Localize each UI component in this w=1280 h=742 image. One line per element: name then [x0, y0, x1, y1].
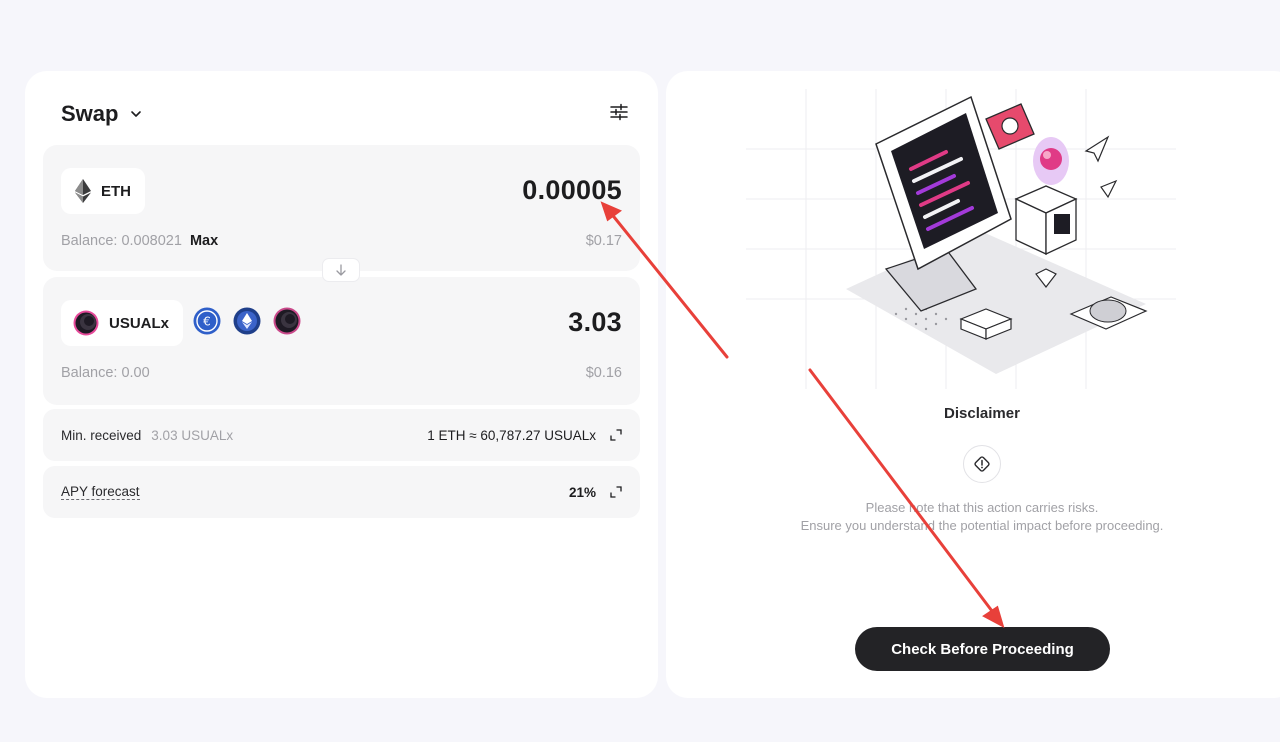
- from-token-symbol: ETH: [101, 182, 131, 200]
- to-balance-label: Balance: 0.00: [61, 365, 150, 381]
- from-amount-input[interactable]: 0.00005: [522, 175, 622, 206]
- eth-icon: [75, 179, 91, 203]
- to-token-selector[interactable]: USUALx: [61, 300, 184, 346]
- max-button[interactable]: Max: [190, 233, 218, 249]
- chevron-down-icon: [131, 111, 142, 117]
- warning-diamond-icon: [974, 456, 990, 472]
- from-token-panel: ETH 0.00005 Balance: 0.008021 Max $0.17: [43, 145, 640, 271]
- disclaimer-card: Disclaimer Please note that this action …: [666, 71, 1280, 698]
- usualx-icon: [73, 310, 99, 336]
- to-token-symbol: USUALx: [109, 314, 170, 332]
- warning-badge: [963, 445, 1001, 483]
- eth-token-icon[interactable]: [233, 307, 261, 335]
- settings-sliders-icon[interactable]: [608, 101, 630, 123]
- min-received-label: Min. received: [61, 427, 142, 443]
- to-amount: 3.03: [568, 307, 622, 337]
- swap-mode-selector[interactable]: Swap: [61, 101, 144, 127]
- min-received-value: 3.03 USUALx: [151, 427, 234, 443]
- disclaimer-text: Please note that this action carries ris…: [666, 499, 1280, 535]
- min-received-row: Min. received 3.03 USUALx 1 ETH ≈ 60,787…: [43, 409, 640, 461]
- from-balance-label: Balance: 0.008021: [61, 233, 182, 249]
- apy-forecast-row: APY forecast 21%: [43, 466, 640, 518]
- euro-stablecoin-icon[interactable]: €: [193, 307, 221, 335]
- check-before-proceeding-button[interactable]: Check Before Proceeding: [855, 627, 1110, 671]
- apy-forecast-value: 21%: [568, 484, 596, 500]
- to-usd-value: $0.16: [585, 365, 622, 381]
- disclaimer-line-1: Please note that this action carries ris…: [865, 500, 1099, 515]
- swap-title: Swap: [61, 101, 119, 126]
- exchange-rate: 1 ETH ≈ 60,787.27 USUALx: [427, 427, 596, 443]
- usualx-token-icon[interactable]: [273, 307, 301, 335]
- computer-illustration: [746, 89, 1176, 389]
- expand-icon[interactable]: [610, 429, 622, 441]
- disclaimer-line-2: Ensure you understand the potential impa…: [800, 518, 1164, 533]
- disclaimer-title: Disclaimer: [944, 405, 1020, 422]
- from-usd-value: $0.17: [585, 233, 622, 249]
- to-token-panel: USUALx € 3.03 Balance: 0.00 $0.16: [43, 277, 640, 405]
- expand-icon[interactable]: [610, 486, 622, 498]
- apy-forecast-label[interactable]: APY forecast: [61, 484, 140, 500]
- switch-direction-button[interactable]: [322, 258, 360, 282]
- from-token-selector[interactable]: ETH: [61, 168, 145, 214]
- alt-token-list: €: [193, 307, 301, 335]
- swap-card: Swap ETH 0.00005 Balance: 0.008021 Max $…: [25, 71, 658, 698]
- arrow-down-icon: [336, 264, 346, 276]
- from-balance: Balance: 0.008021 Max: [61, 233, 218, 249]
- to-balance: Balance: 0.00: [61, 365, 150, 381]
- svg-text:€: €: [203, 315, 211, 329]
